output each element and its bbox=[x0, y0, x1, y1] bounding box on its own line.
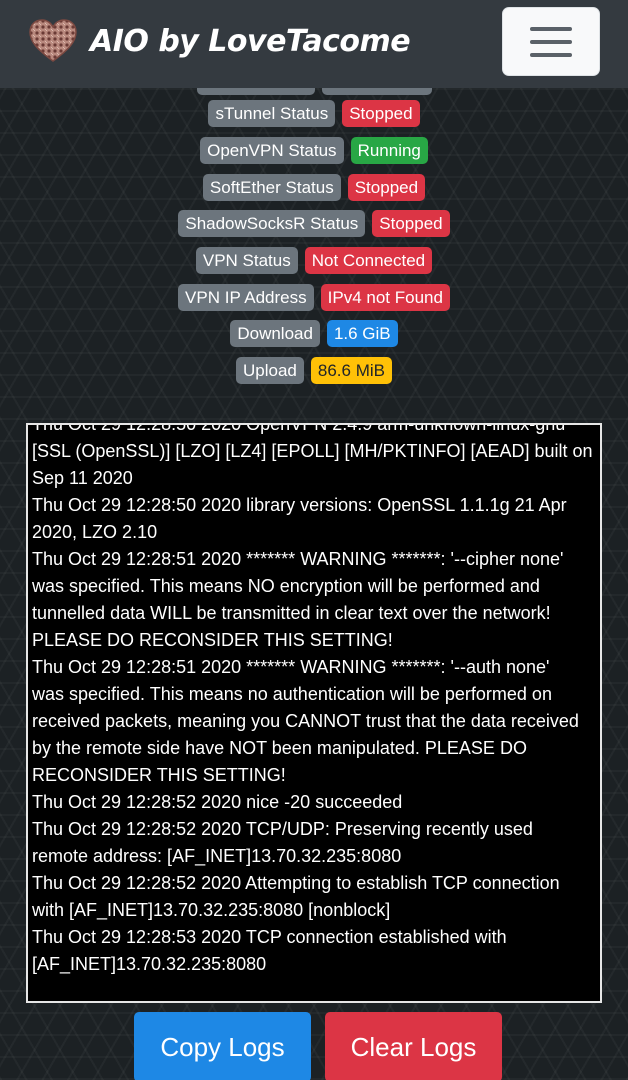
log-line: Thu Oct 29 12:28:50 2020 OpenVPN 2.4.9 a… bbox=[32, 423, 566, 434]
status-label: SoftEther Status bbox=[202, 174, 341, 201]
status-label: VPN IP Address bbox=[178, 284, 314, 311]
log-line: received packets, meaning you CANNOT tru… bbox=[32, 711, 579, 731]
log-line: was specified. This means no authenticat… bbox=[32, 684, 552, 704]
log-line: Thu Oct 29 12:28:51 2020 ******* WARNING… bbox=[32, 549, 564, 569]
clear-logs-button[interactable]: Clear Logs bbox=[325, 1012, 502, 1080]
status-label: OpenVPN Status bbox=[200, 137, 344, 164]
status-badge: 1.6 GiB bbox=[326, 320, 398, 347]
status-label: sTunnel Status bbox=[208, 100, 336, 127]
status-row-vpn-ip: VPN IP Address IPv4 not Found bbox=[0, 284, 628, 311]
status-label: ShadowSocksR Status bbox=[178, 210, 366, 237]
heart-icon bbox=[29, 19, 77, 62]
log-line: Thu Oct 29 12:28:52 2020 TCP/UDP: Preser… bbox=[32, 819, 533, 839]
log-line: 2020, LZO 2.10 bbox=[32, 522, 158, 542]
navbar: AIO by LoveTacome bbox=[0, 0, 628, 88]
log-line: RECONSIDER THIS SETTING! bbox=[32, 765, 286, 785]
log-line: Thu Oct 29 12:28:51 2020 ******* WARNING… bbox=[32, 657, 550, 677]
brand[interactable]: AIO by LoveTacome bbox=[28, 18, 411, 64]
log-line: Thu Oct 29 12:28:50 2020 library version… bbox=[32, 495, 567, 515]
log-line: PLEASE DO RECONSIDER THIS SETTING! bbox=[32, 630, 393, 650]
status-row-vpn: VPN Status Not Connected bbox=[0, 247, 628, 274]
log-output[interactable]: Thu Oct 29 12:28:50 2020 OpenVPN 2.4.9 a… bbox=[26, 423, 602, 1003]
log-line: [AF_INET]13.70.32.235:8080 bbox=[32, 954, 267, 974]
log-line: Sep 11 2020 bbox=[32, 468, 133, 488]
status-badge: Stopped bbox=[347, 174, 426, 201]
log-line: with [AF_INET]13.70.32.235:8080 [nonbloc… bbox=[32, 900, 391, 920]
log-line: [SSL (OpenSSL)] [LZO] [LZ4] [EPOLL] [MH/… bbox=[32, 441, 593, 461]
status-row-shadowsocksr: ShadowSocksR Status Stopped bbox=[0, 210, 628, 237]
status-row-download: Download 1.6 GiB bbox=[0, 320, 628, 347]
hamburger-menu-icon-bar bbox=[530, 52, 572, 57]
status-row-openvpn: OpenVPN Status Running bbox=[0, 137, 628, 164]
log-line: tunnelled data WILL be transmitted in cl… bbox=[32, 603, 551, 623]
log-line: Thu Oct 29 12:28:52 2020 Attempting to e… bbox=[32, 873, 560, 893]
status-badge: IPv4 not Found bbox=[320, 284, 450, 311]
log-line: was specified. This means NO encryption … bbox=[32, 576, 540, 596]
hamburger-menu-icon bbox=[530, 26, 572, 31]
status-row-upload: Upload 86.6 MiB bbox=[0, 357, 628, 384]
status-label: VPN Status bbox=[195, 247, 298, 274]
hamburger-menu-icon-bar bbox=[530, 39, 572, 44]
menu-toggle-button[interactable] bbox=[502, 7, 600, 76]
log-line: remote address: [AF_INET]13.70.32.235:80… bbox=[32, 846, 402, 866]
status-badge: Not Connected bbox=[304, 247, 433, 274]
status-row-stunnel: sTunnel Status Stopped bbox=[0, 100, 628, 127]
log-line: by the remote side have NOT been manipul… bbox=[32, 738, 527, 758]
status-label: Download bbox=[230, 320, 320, 347]
log-text: Thu Oct 29 12:28:50 2020 OpenVPN 2.4.9 a… bbox=[32, 423, 598, 978]
status-row-softether: SoftEther Status Stopped bbox=[0, 174, 628, 201]
status-badge: Running bbox=[350, 137, 428, 164]
log-line: Thu Oct 29 12:28:53 2020 TCP connection … bbox=[32, 927, 507, 947]
status-badge: 86.6 MiB bbox=[310, 357, 392, 384]
status-badge: Stopped bbox=[372, 210, 450, 237]
status-badge: Stopped bbox=[342, 100, 420, 127]
log-line: Thu Oct 29 12:28:52 2020 nice -20 succee… bbox=[32, 792, 403, 812]
status-label: Upload bbox=[236, 357, 304, 384]
copy-logs-button[interactable]: Copy Logs bbox=[134, 1012, 311, 1080]
brand-title: AIO by LoveTacome bbox=[90, 23, 411, 59]
